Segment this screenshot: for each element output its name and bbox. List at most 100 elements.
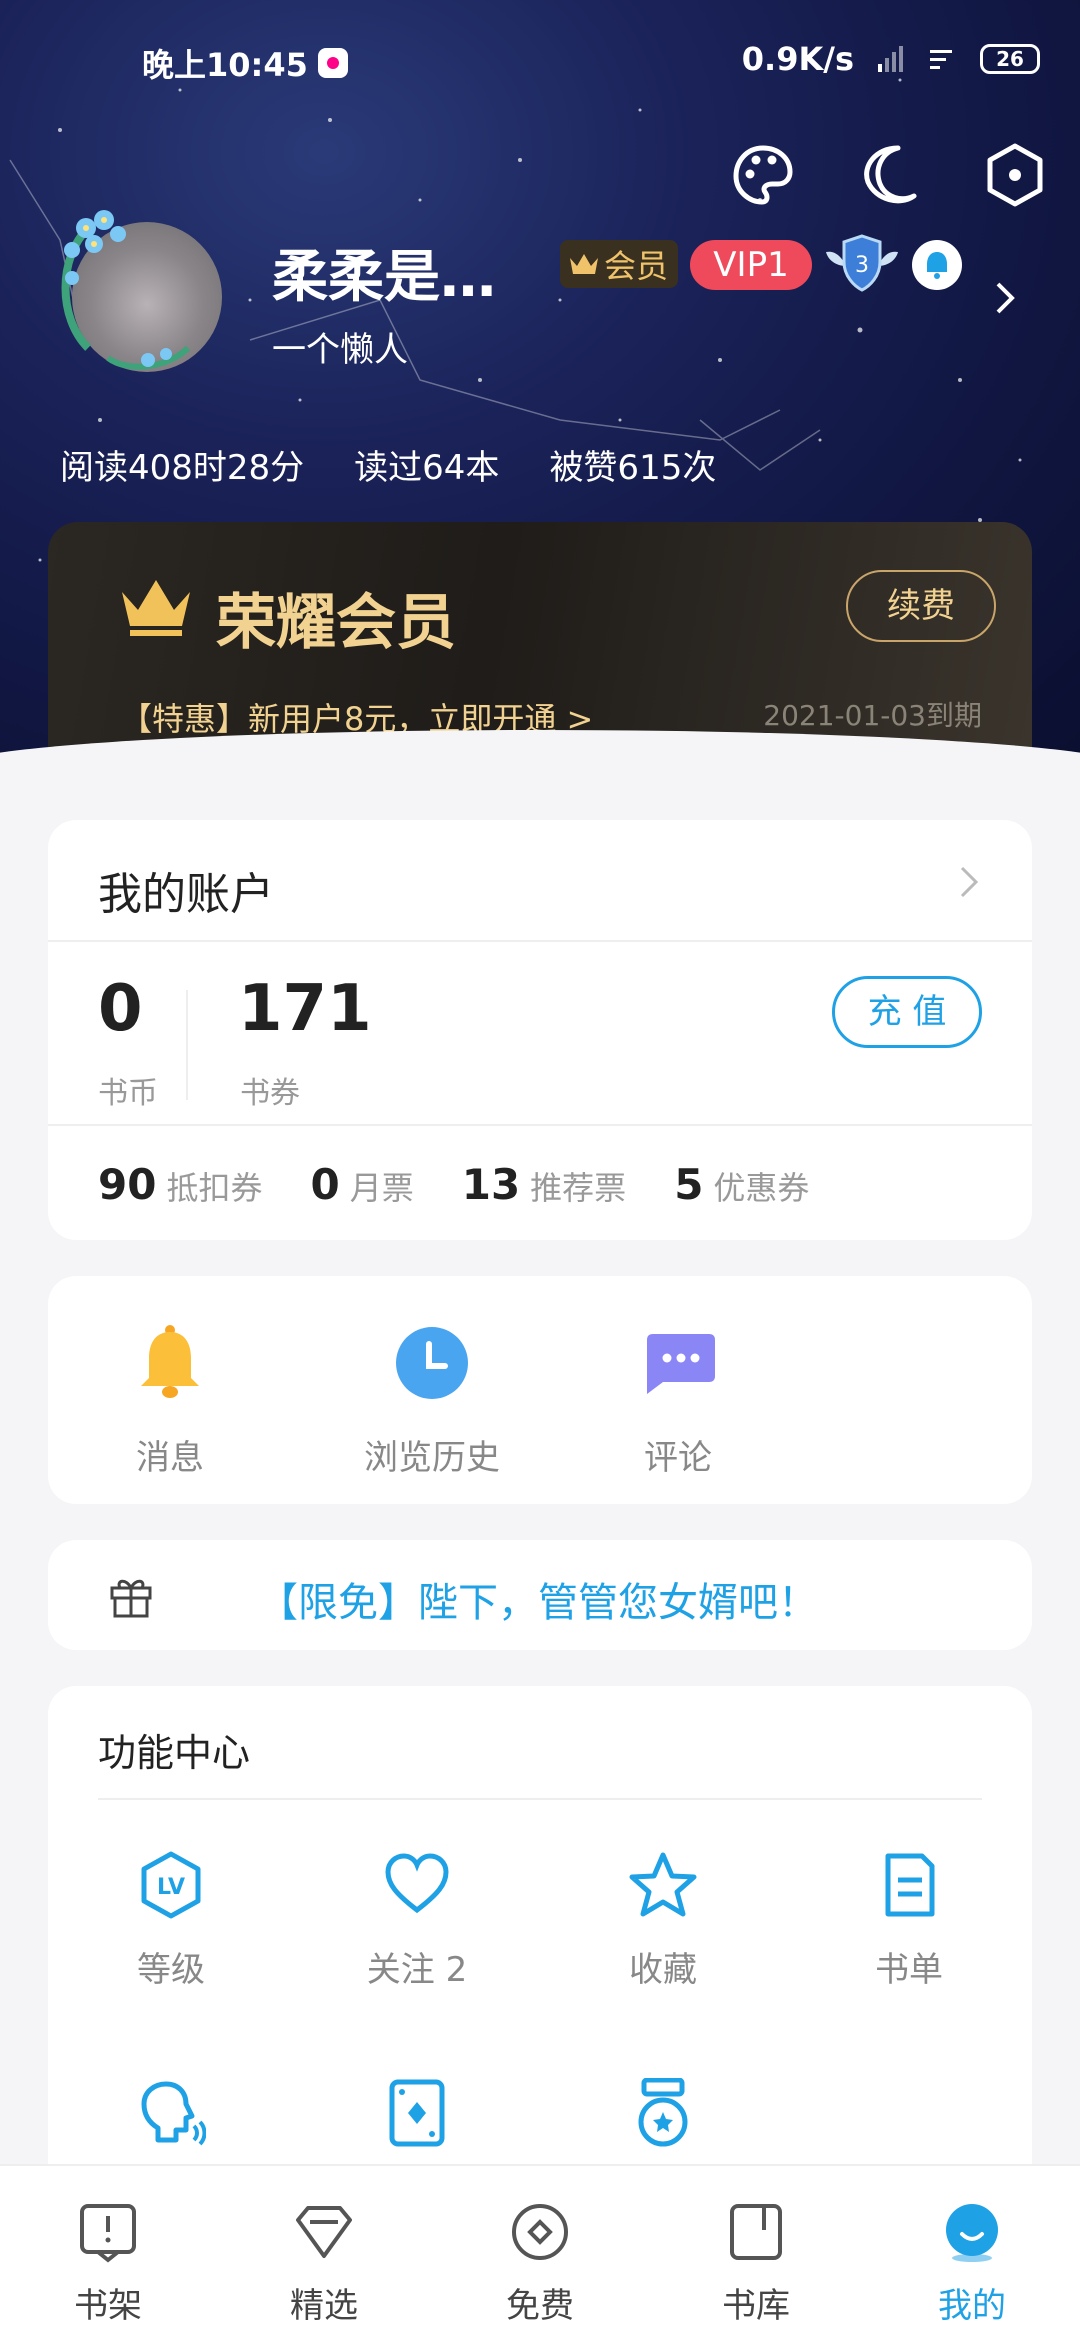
coupon-label: 月票 [349, 1169, 414, 1207]
divider [98, 1798, 982, 1800]
books-read: 读过64本 [354, 448, 500, 488]
coupon-label: 推荐票 [530, 1169, 627, 1207]
func-item-favorites[interactable]: 收藏 [540, 1850, 786, 1991]
coupon-label: 优惠券 [713, 1169, 810, 1207]
vertical-divider [186, 990, 188, 1100]
divider [48, 1124, 1032, 1126]
read-time: 阅读408时28分 [60, 448, 305, 488]
coupon-item[interactable]: 0 月票 [310, 1160, 413, 1209]
palette-icon[interactable] [728, 140, 798, 210]
func-item-label: 收藏 [629, 1950, 697, 1990]
settings-hexagon-icon[interactable] [980, 140, 1050, 210]
level-icon: LV [141, 1851, 201, 1919]
func-item-voice[interactable] [48, 2078, 294, 2170]
coupon-item[interactable]: 5 优惠券 [674, 1160, 809, 1209]
crown-icon [570, 254, 598, 274]
network-speed: 0.9K/s [741, 40, 854, 78]
user-name: 柔柔是… [272, 245, 496, 310]
coupon-num: 90 [98, 1160, 157, 1209]
qq-badge[interactable] [912, 240, 962, 290]
notification-icon [318, 48, 348, 78]
renew-button[interactable]: 续费 [846, 570, 996, 642]
func-item-card[interactable] [294, 2078, 540, 2170]
func-item-level[interactable]: LV 等级 [48, 1850, 294, 1991]
vip-badge[interactable]: VIP1 [690, 240, 812, 290]
bell-icon [141, 1325, 199, 1398]
nav-item-label: 书架 [74, 2286, 142, 2326]
promo-banner[interactable]: 【限免】陛下，管管您女婿吧！ [48, 1540, 1032, 1650]
account-title[interactable]: 我的账户 [98, 858, 274, 922]
chevron-right-icon[interactable] [956, 862, 982, 902]
moon-icon[interactable] [854, 140, 924, 210]
func-item-label: 等级 [137, 1950, 205, 1990]
promo-text[interactable]: 【限免】陛下，管管您女婿吧！ [258, 1570, 818, 1628]
quick-item-comments[interactable]: 评论 [578, 1318, 778, 1479]
nav-item-bookshelf[interactable]: 书架 [0, 2200, 216, 2327]
coupon-num: 5 [674, 1160, 704, 1209]
recharge-button[interactable]: 充 值 [832, 976, 982, 1048]
bottom-nav: 书架 精选 免费 书库 我的 [0, 2164, 1080, 2340]
func-item-booklist[interactable]: 书单 [786, 1850, 1032, 1991]
svg-text:3: 3 [855, 253, 869, 278]
coupon-num: 0 [310, 1160, 340, 1209]
func-item-medal[interactable] [540, 2078, 786, 2170]
status-time: 晚上10:45 [142, 46, 308, 84]
divider [48, 940, 1032, 942]
nav-item-featured[interactable]: 精选 [216, 2200, 432, 2327]
booklist-icon [885, 1853, 935, 1917]
top-actions [728, 140, 1050, 210]
vip-card[interactable]: 荣耀会员 续费 【特惠】新用户8元，立即开通 > 2021-01-03到期 [48, 522, 1032, 760]
function-center-title: 功能中心 [98, 1731, 251, 1775]
vouchers-value: 171 [238, 972, 372, 1046]
diamond-icon [296, 2206, 352, 2258]
star-icon [629, 1852, 697, 1917]
profile-icon [946, 2204, 998, 2262]
gift-icon [110, 1579, 152, 1618]
voice-icon [141, 2081, 206, 2146]
medal-icon [638, 2078, 688, 2147]
coupon-item[interactable]: 13 推荐票 [462, 1160, 626, 1209]
heart-icon [385, 1853, 449, 1914]
quick-item-label: 消息 [136, 1438, 204, 1478]
nav-item-label: 精选 [290, 2286, 358, 2326]
nav-item-label: 免费 [506, 2286, 574, 2326]
vouchers-label: 书券 [240, 1076, 300, 1111]
wifi-lines-icon [930, 50, 952, 69]
quick-item-label: 评论 [644, 1438, 712, 1478]
function-center-card: 功能中心 LV 等级 关注 2 收藏 书单 [48, 1686, 1032, 2206]
quick-item-label: 浏览历史 [364, 1438, 500, 1478]
clock-icon [396, 1327, 468, 1399]
card-icon [389, 2079, 445, 2147]
vip-expire-date: 2021-01-03到期 [763, 699, 982, 732]
member-badge[interactable]: 会员 [560, 240, 679, 288]
nav-item-label: 书库 [722, 2286, 790, 2326]
vip-title: 荣耀会员 [216, 588, 456, 658]
nav-item-library[interactable]: 书库 [648, 2200, 864, 2327]
reading-stats: 阅读408时28分 读过64本 被赞615次 [60, 440, 716, 489]
nav-item-profile[interactable]: 我的 [864, 2200, 1080, 2327]
quick-item-messages[interactable]: 消息 [70, 1318, 270, 1479]
coins-value: 0 [98, 972, 143, 1046]
coupon-label: 抵扣券 [166, 1169, 263, 1207]
status-right: 0.9K/s 26 [742, 40, 1040, 78]
quick-item-history[interactable]: 浏览历史 [332, 1318, 532, 1479]
profile-header: 晚上10:45 0.9K/s 26 柔柔是… 一个懒人 会员 VIP1 3 阅读… [0, 0, 1080, 760]
svg-text:LV: LV [157, 1875, 185, 1900]
qq-bell-icon [927, 252, 947, 279]
free-icon [512, 2204, 568, 2260]
level-shield-icon[interactable]: 3 [822, 232, 902, 294]
func-item-follow[interactable]: 关注 2 [294, 1850, 540, 1991]
signal-icon [878, 46, 903, 72]
likes-count: 被赞615次 [549, 448, 717, 488]
chevron-right-icon[interactable] [990, 278, 1020, 318]
nav-item-free[interactable]: 免费 [432, 2200, 648, 2327]
chat-bubble-icon [647, 1334, 715, 1394]
crown-icon [122, 580, 190, 636]
status-bar: 晚上10:45 0.9K/s 26 [0, 36, 1080, 86]
avatar-frame-icon [61, 210, 191, 370]
battery-icon: 26 [980, 44, 1040, 74]
func-item-label: 关注 2 [366, 1950, 468, 1990]
coupon-item[interactable]: 90 抵扣券 [98, 1160, 262, 1209]
func-item-label: 书单 [875, 1950, 943, 1990]
avatar[interactable] [48, 198, 228, 378]
